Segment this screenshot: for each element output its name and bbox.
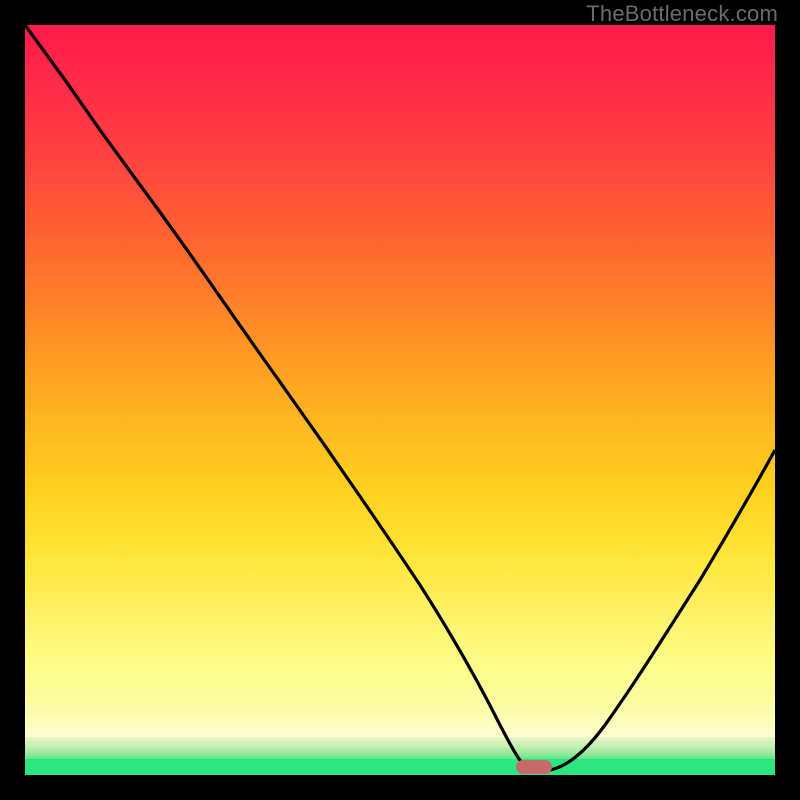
watermark-text: TheBottleneck.com bbox=[586, 1, 778, 27]
chart-frame: TheBottleneck.com bbox=[0, 0, 800, 800]
green-band-light bbox=[25, 737, 775, 759]
plot-area bbox=[25, 25, 775, 775]
optimal-marker bbox=[516, 760, 552, 774]
gradient-background bbox=[25, 25, 775, 737]
green-band-solid bbox=[25, 759, 775, 775]
